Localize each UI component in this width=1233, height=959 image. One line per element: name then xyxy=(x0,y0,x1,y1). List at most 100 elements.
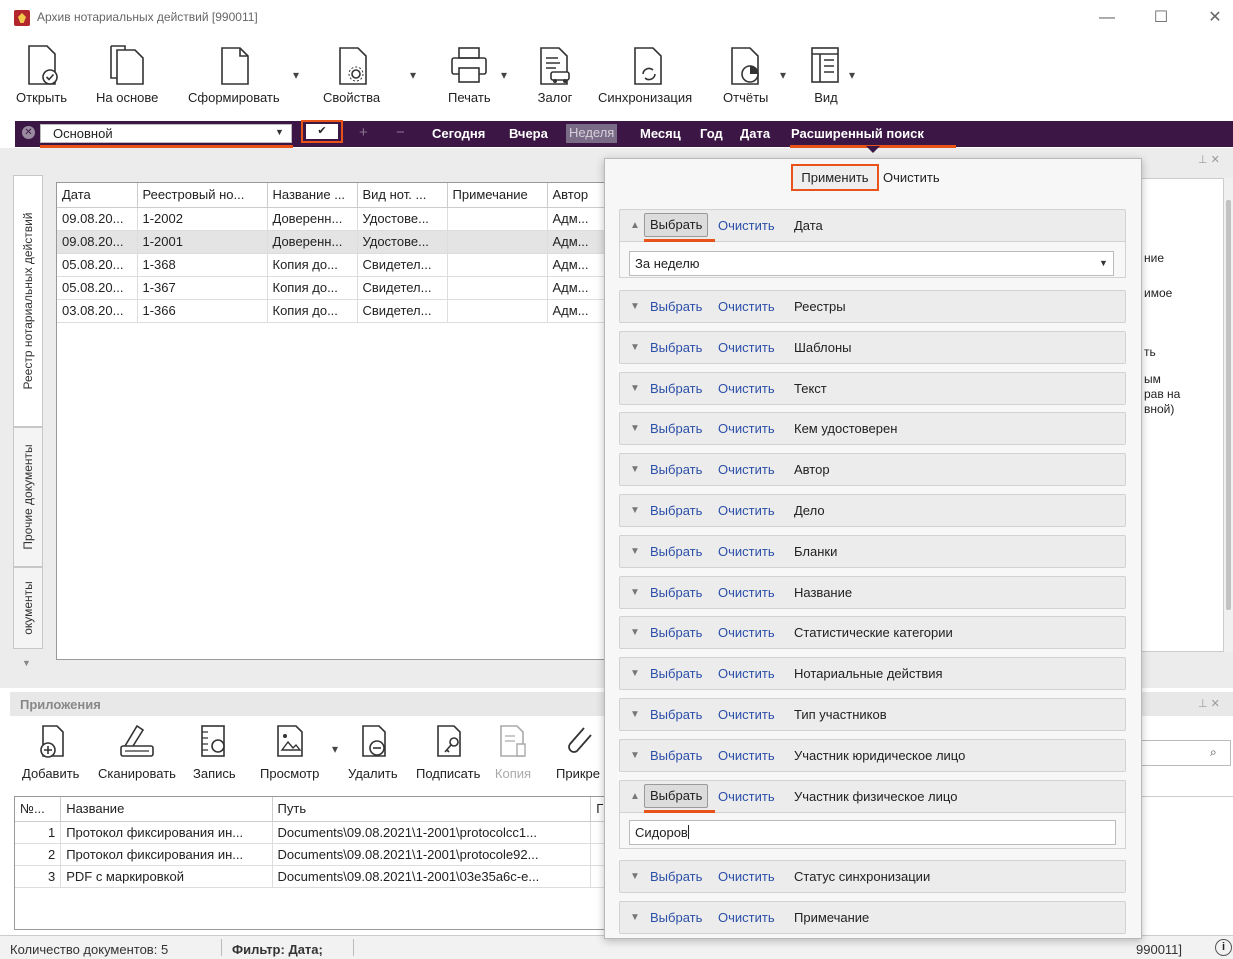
column-header[interactable]: Путь xyxy=(272,797,592,822)
table-row[interactable]: 09.08.20... 1-2002 Доверенн... Удостове... А… xyxy=(57,207,608,231)
tab-other-documents[interactable]: Прочие документы xyxy=(13,427,43,567)
filter-section[interactable]: ▼ Выбрать Очистить Нотариальные действия xyxy=(619,657,1126,690)
date-period-select[interactable]: За неделю xyxy=(629,251,1114,276)
clear-button[interactable]: Очистить xyxy=(718,869,775,884)
chevron-up-icon[interactable]: ▲ xyxy=(630,791,640,802)
column-header[interactable]: №... xyxy=(15,797,62,822)
pin-close-icon[interactable]: ⊥ ✕ xyxy=(1198,153,1220,166)
chevron-down-icon[interactable]: ▼ xyxy=(630,423,640,434)
table-row[interactable]: 09.08.20... 1-2001 Доверенн... Удостове... А… xyxy=(57,230,608,254)
apply-search-button[interactable]: Применить xyxy=(791,164,879,191)
filter-month[interactable]: Месяц xyxy=(640,126,681,141)
clear-button[interactable]: Очистить xyxy=(718,789,775,804)
clear-button[interactable]: Очистить xyxy=(718,299,775,314)
column-header[interactable]: Название xyxy=(60,797,273,822)
table-row[interactable]: 1 Протокол фиксирования ин... Documents\09… xyxy=(15,821,619,844)
delete-attachment-button[interactable]: Удалить xyxy=(348,722,398,781)
chevron-down-icon[interactable]: ▼ xyxy=(630,464,640,475)
select-button[interactable]: Выбрать xyxy=(650,585,702,600)
filter-section[interactable]: ▼ Выбрать Очистить Текст xyxy=(619,372,1126,405)
column-header[interactable]: Примечание xyxy=(447,183,548,208)
column-header[interactable]: Дата xyxy=(57,183,138,208)
chevron-down-icon[interactable]: ▼ xyxy=(630,587,640,598)
filter-section[interactable]: ▼ Выбрать Очистить Шаблоны xyxy=(619,331,1126,364)
select-button[interactable]: Выбрать xyxy=(650,299,702,314)
search-input[interactable] xyxy=(1138,740,1231,766)
filter-section[interactable]: ▼ Выбрать Очистить Кем удостоверен xyxy=(619,412,1126,445)
select-button[interactable]: Выбрать xyxy=(650,462,702,477)
chevron-down-icon[interactable]: ▼ xyxy=(630,546,640,557)
select-button[interactable]: Выбрать xyxy=(650,340,702,355)
clear-button[interactable]: Очистить xyxy=(718,666,775,681)
properties-button[interactable]: Свойства xyxy=(323,44,380,105)
details-scroll-thumb[interactable] xyxy=(1226,200,1231,610)
clear-button[interactable]: Очистить xyxy=(718,340,775,355)
table-row[interactable]: 05.08.20... 1-367 Копия до... Свидетел... Ад… xyxy=(57,276,608,300)
chevron-down-icon[interactable]: ▼ xyxy=(630,383,640,394)
properties-dropdown-arrow[interactable]: ▾ xyxy=(410,68,416,82)
remove-filter-button[interactable]: − xyxy=(396,124,405,141)
clear-button[interactable]: Очистить xyxy=(718,625,775,640)
person-participant-input[interactable]: Сидоров xyxy=(629,820,1116,845)
reports-button[interactable]: Отчёты xyxy=(723,44,768,105)
chevron-down-icon[interactable]: ▼ xyxy=(630,505,640,516)
search-icon[interactable]: ⌕ xyxy=(1210,745,1217,760)
chevron-down-icon[interactable]: ▼ xyxy=(630,750,640,761)
preview-dropdown-arrow[interactable]: ▾ xyxy=(332,742,338,756)
info-icon[interactable]: i xyxy=(1215,939,1232,956)
filter-section[interactable]: ▼ Выбрать Очистить Статус синхронизации xyxy=(619,860,1126,893)
minimize-button[interactable]: — xyxy=(1084,6,1130,30)
filter-section[interactable]: ▼ Выбрать Очистить Автор xyxy=(619,453,1126,486)
view-dropdown-arrow[interactable]: ▾ xyxy=(849,68,855,82)
form-button[interactable]: Сформировать xyxy=(188,44,280,105)
filter-year[interactable]: Год xyxy=(700,126,723,141)
chevron-down-icon[interactable]: ▼ xyxy=(630,709,640,720)
filter-date[interactable]: Дата xyxy=(740,126,770,141)
select-button[interactable]: Выбрать xyxy=(650,421,702,436)
filter-section[interactable]: ▲ Выбрать Очистить Дата xyxy=(619,209,1126,242)
clear-button[interactable]: Очистить xyxy=(718,707,775,722)
select-button[interactable]: Выбрать xyxy=(644,784,709,808)
clear-button[interactable]: Очистить xyxy=(718,748,775,763)
clear-button[interactable]: Очистить xyxy=(718,585,775,600)
select-button[interactable]: Выбрать xyxy=(650,707,702,722)
maximize-button[interactable]: ☐ xyxy=(1138,6,1184,30)
close-button[interactable]: ✕ xyxy=(1192,6,1233,30)
scan-button[interactable]: Сканировать xyxy=(98,722,176,781)
table-row[interactable]: 3 PDF с маркировкой Documents\09.08.2021\1… xyxy=(15,865,619,888)
filter-section[interactable]: ▼ Выбрать Очистить Тип участников xyxy=(619,698,1126,731)
attach-button[interactable]: Прикре xyxy=(556,722,600,781)
preview-button[interactable]: Просмотр xyxy=(260,722,319,781)
filter-advanced-search[interactable]: Расширенный поиск xyxy=(791,126,924,141)
sign-button[interactable]: Подписать xyxy=(416,722,480,781)
record-button[interactable]: Запись xyxy=(193,722,236,781)
chevron-down-icon[interactable]: ▼ xyxy=(1099,258,1108,268)
clear-button[interactable]: Очистить xyxy=(718,544,775,559)
select-button[interactable]: Выбрать xyxy=(650,625,702,640)
apply-filter-button[interactable]: ✔ xyxy=(306,124,338,139)
filter-section[interactable]: ▼ Выбрать Очистить Реестры xyxy=(619,290,1126,323)
sync-button[interactable]: Синхронизация xyxy=(598,44,692,105)
print-dropdown-arrow[interactable]: ▾ xyxy=(501,68,507,82)
pledge-button[interactable]: Залог xyxy=(537,44,573,105)
clear-all-button[interactable]: Очистить xyxy=(883,170,940,185)
add-attachment-button[interactable]: Добавить xyxy=(22,722,79,781)
filter-today[interactable]: Сегодня xyxy=(432,126,485,141)
select-button[interactable]: Выбрать xyxy=(650,381,702,396)
filter-section[interactable]: ▼ Выбрать Очистить Название xyxy=(619,576,1126,609)
chevron-down-icon[interactable]: ▼ xyxy=(630,301,640,312)
chevron-down-icon[interactable]: ▼ xyxy=(630,342,640,353)
select-button[interactable]: Выбрать xyxy=(650,910,702,925)
select-button[interactable]: Выбрать xyxy=(650,544,702,559)
print-button[interactable]: Печать xyxy=(448,44,491,105)
tabs-scroll-down-icon[interactable]: ▼ xyxy=(22,658,31,668)
chevron-up-icon[interactable]: ▲ xyxy=(630,220,640,231)
column-header[interactable]: Реестровый но... xyxy=(137,183,268,208)
filter-section[interactable]: ▼ Выбрать Очистить Примечание xyxy=(619,901,1126,934)
filter-yesterday[interactable]: Вчера xyxy=(509,126,548,141)
select-button[interactable]: Выбрать xyxy=(650,869,702,884)
clear-button[interactable]: Очистить xyxy=(718,381,775,396)
chevron-down-icon[interactable]: ▼ xyxy=(275,127,284,137)
select-button[interactable]: Выбрать xyxy=(644,213,709,237)
clear-button[interactable]: Очистить xyxy=(718,462,775,477)
